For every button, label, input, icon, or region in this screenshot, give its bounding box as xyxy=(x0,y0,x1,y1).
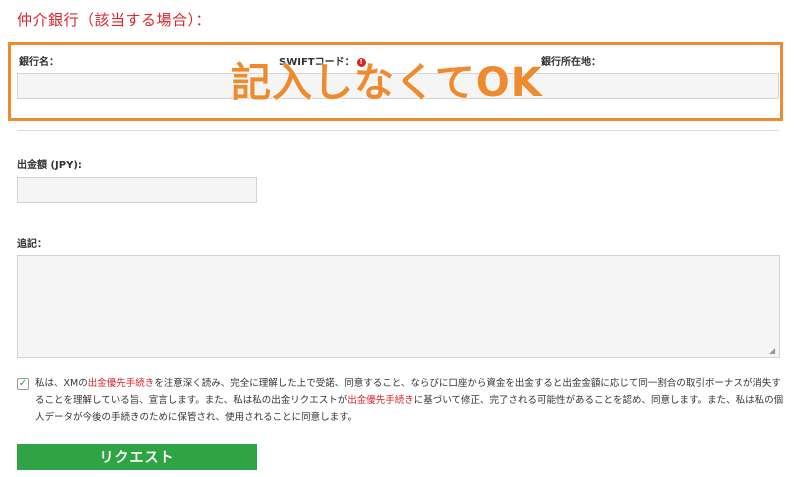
priority-procedure-link-2[interactable]: 出金優先手続き xyxy=(347,395,414,406)
intermediary-bank-title: 仲介銀行（該当する場合）： xyxy=(17,11,212,29)
amount-input[interactable] xyxy=(17,177,257,203)
notes-textarea[interactable]: ◢ xyxy=(17,255,780,358)
consent-text: 私は、XMの出金優先手続きを注意深く読み、完全に理解した上で受諾、同意すること、… xyxy=(35,375,785,426)
bank-name-label: 銀行名： xyxy=(19,57,59,68)
checkmark-icon: ✓ xyxy=(18,378,28,389)
overlay-annotation: 記入しなくてOK xyxy=(231,60,543,106)
section-divider xyxy=(17,130,779,131)
consent-part1: 私は、XMの xyxy=(35,378,88,389)
amount-label: 出金額 (JPY): xyxy=(17,160,82,171)
consent-checkbox[interactable]: ✓ xyxy=(17,378,29,390)
bank-location-label: 銀行所在地： xyxy=(541,57,601,68)
notes-label: 追記： xyxy=(17,239,47,250)
priority-procedure-link-1[interactable]: 出金優先手続き xyxy=(88,378,155,389)
resize-grip-icon[interactable]: ◢ xyxy=(769,347,777,355)
request-button[interactable]: リクエスト xyxy=(17,444,257,470)
